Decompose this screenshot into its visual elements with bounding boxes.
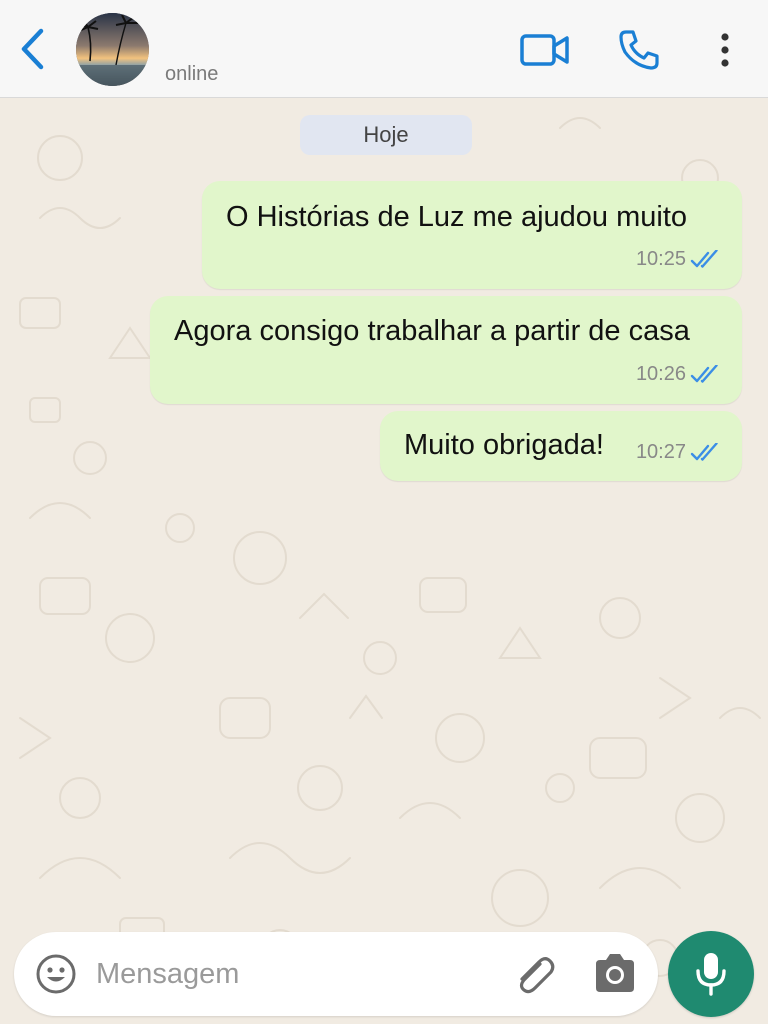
attach-button[interactable] [510,950,558,998]
camera-icon [596,954,634,992]
message-meta: 10:26 [636,363,720,386]
contact-avatar[interactable] [76,13,149,86]
message-time: 10:27 [635,441,686,463]
voice-record-button[interactable] [668,931,754,1017]
video-call-button[interactable] [518,28,572,72]
double-check-icon [690,442,718,461]
more-options-button[interactable] [710,26,740,74]
message-text: Muito obrigada! [404,429,604,461]
emoji-icon [36,954,76,994]
date-divider: Hoje [300,115,472,155]
microphone-icon [696,953,726,996]
double-check-icon [690,364,718,383]
message-time: 10:25 [635,248,686,270]
message-bubble[interactable]: O Histórias de Luz me ajudou muito 10:25 [202,181,742,289]
video-camera-icon [520,34,569,66]
message-text: O Histórias de Luz me ajudou muito [226,201,687,233]
more-vertical-icon [721,33,729,67]
message-bubble[interactable]: Muito obrigada! 10:27 [380,411,742,481]
message-meta: 10:25 [636,248,720,271]
voice-call-button[interactable] [614,25,664,75]
message-text: Agora consigo trabalhar a partir de casa [174,315,690,347]
message-meta: 10:27 [636,441,720,464]
message-composer [14,932,658,1016]
camera-button[interactable] [592,952,638,996]
paperclip-icon [519,957,555,994]
chat-header: online [0,0,768,98]
back-button[interactable] [14,26,50,72]
double-check-icon [690,249,718,268]
contact-status: online [165,63,219,85]
avatar-image [76,13,149,86]
message-input[interactable] [96,950,496,998]
chat-area[interactable]: Hoje O Histórias de Luz me ajudou muito … [0,98,768,1024]
emoji-button[interactable] [34,952,78,996]
message-time: 10:26 [635,363,686,385]
message-bubble[interactable]: Agora consigo trabalhar a partir de casa… [150,296,742,404]
phone-icon [619,30,659,70]
chevron-left-icon [21,28,44,70]
